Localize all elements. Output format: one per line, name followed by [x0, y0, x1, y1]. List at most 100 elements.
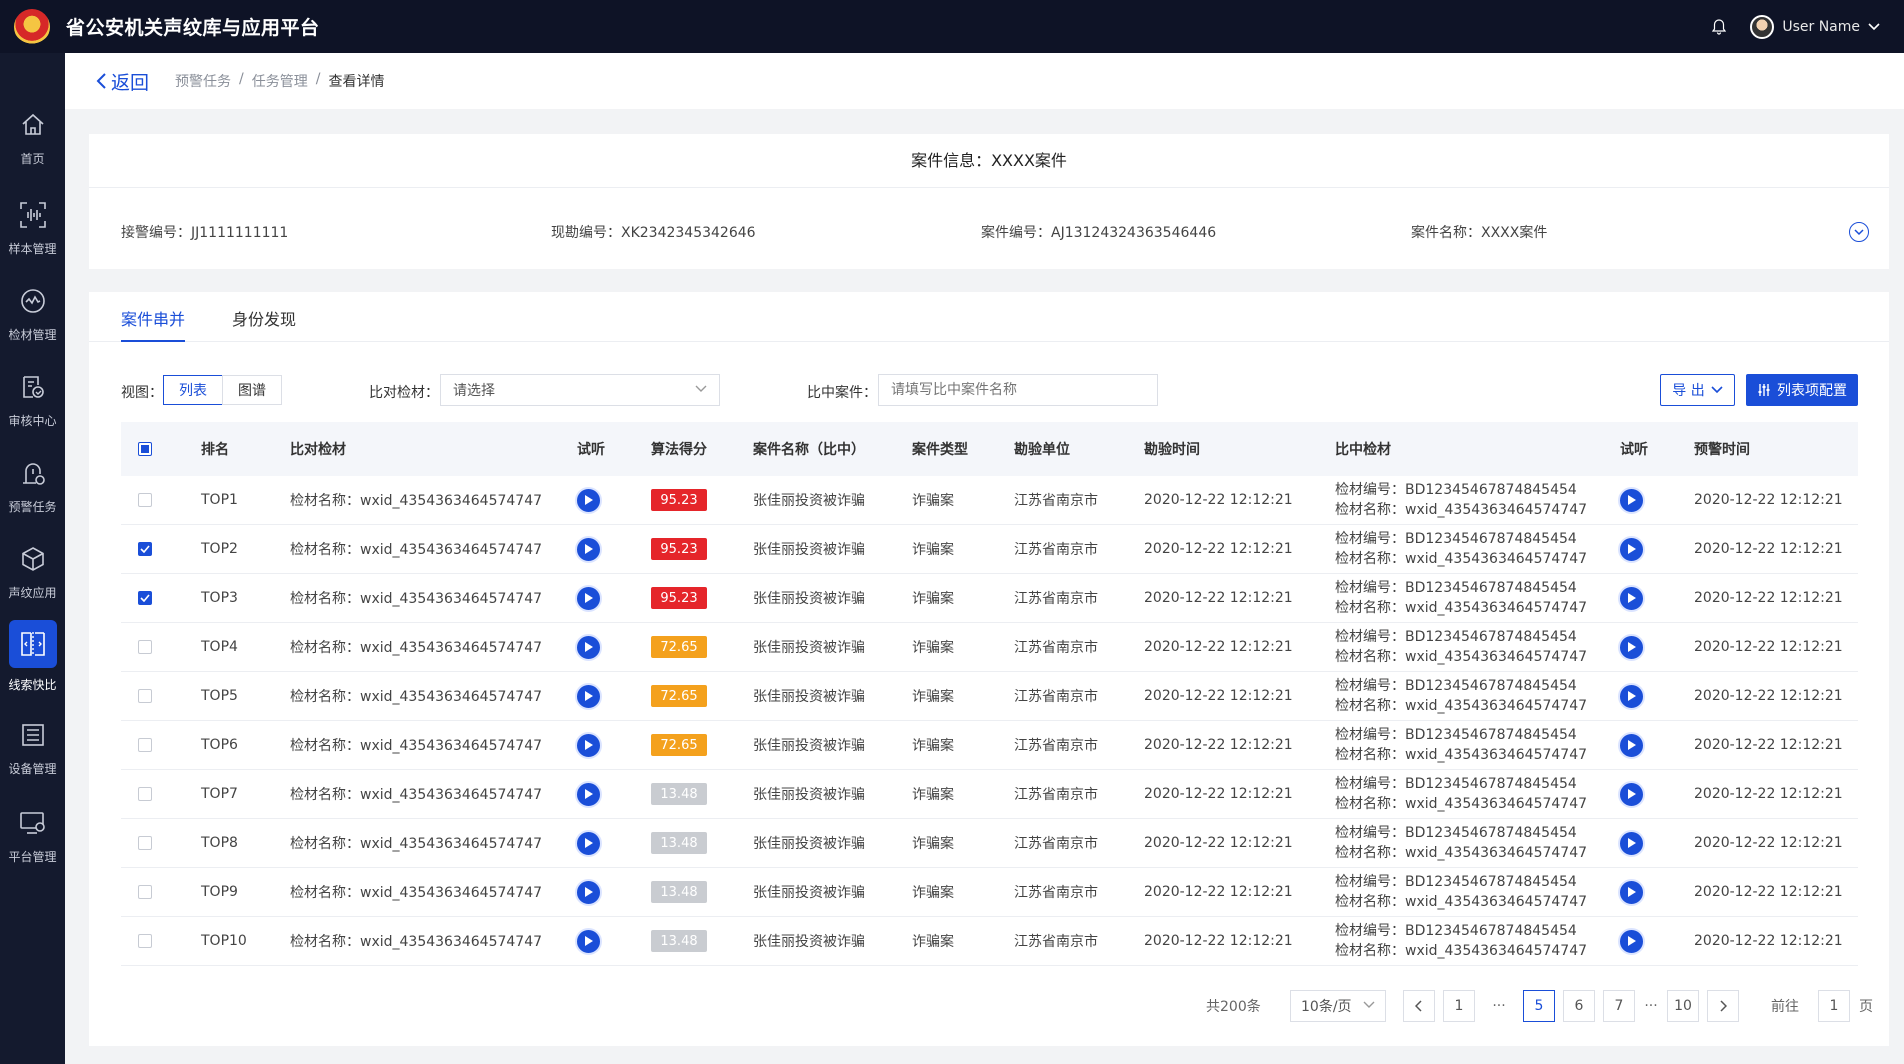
breadcrumb-item[interactable]: 任务管理 — [252, 71, 308, 91]
hit-material-name: 检材名称：wxid_4354363464574747 — [1335, 943, 1588, 959]
page-button[interactable]: 10 — [1667, 990, 1699, 1022]
play-icon[interactable] — [1618, 829, 1645, 857]
hit-material-cell: 检材编号：BD12345467874845454 检材名称：wxid_435436… — [1335, 672, 1587, 720]
sidebar-item-quick-compare[interactable]: 线索快比 — [0, 611, 65, 701]
sidebar-item-voice-apps[interactable]: 声纹应用 — [0, 531, 65, 611]
material-cell: 检材名称：wxid_4354363464574747 — [290, 934, 543, 950]
unit-cell: 江苏省南京市 — [1014, 542, 1098, 558]
play-icon[interactable] — [575, 486, 602, 514]
unit-cell: 江苏省南京市 — [1014, 640, 1098, 656]
page-ellipsis[interactable]: ··· — [1483, 990, 1515, 1022]
sidebar-item-devices[interactable]: 设备管理 — [0, 707, 65, 787]
row-checkbox[interactable] — [138, 738, 152, 752]
play-icon[interactable] — [575, 829, 602, 857]
prev-page-button[interactable] — [1403, 990, 1435, 1022]
play-icon[interactable] — [575, 535, 602, 563]
case-name-input[interactable] — [878, 374, 1158, 406]
row-checkbox[interactable] — [138, 836, 152, 850]
survey-time-cell: 2020-12-22 12:12:21 — [1144, 639, 1293, 655]
hit-material-name: 检材名称：wxid_4354363464574747 — [1335, 649, 1588, 665]
case-type-cell: 诈骗案 — [912, 689, 954, 705]
unit-cell: 江苏省南京市 — [1014, 885, 1098, 901]
hit-material-cell: 检材编号：BD12345467874845454 检材名称：wxid_435436… — [1335, 721, 1587, 769]
chevron-left-icon — [96, 73, 106, 89]
case-label: 比中案件： — [807, 385, 877, 401]
row-checkbox[interactable] — [138, 885, 152, 899]
hit-material-cell: 检材编号：BD12345467874845454 检材名称：wxid_435436… — [1335, 917, 1587, 965]
page-button[interactable]: 7 — [1603, 990, 1635, 1022]
play-icon[interactable] — [1618, 633, 1645, 661]
row-checkbox[interactable] — [138, 493, 152, 507]
play-icon[interactable] — [575, 731, 602, 759]
sidebar-item-materials[interactable]: 检材管理 — [0, 273, 65, 353]
play-icon[interactable] — [575, 927, 602, 955]
next-page-button[interactable] — [1707, 990, 1739, 1022]
alert-time-cell: 2020-12-22 12:12:21 — [1694, 688, 1843, 704]
case-type-cell: 诈骗案 — [912, 787, 954, 803]
page-ellipsis[interactable]: ··· — [1635, 990, 1667, 1022]
rank-cell: TOP2 — [201, 541, 238, 557]
score-badge: 95.23 — [651, 587, 707, 609]
row-checkbox[interactable] — [138, 640, 152, 654]
hit-material-number: 检材编号：BD12345467874845454 — [1335, 923, 1577, 939]
list-device-icon — [16, 718, 50, 752]
audit-doc-icon — [16, 370, 50, 404]
play-icon[interactable] — [1618, 584, 1645, 612]
row-checkbox[interactable] — [138, 542, 152, 556]
row-checkbox[interactable] — [138, 689, 152, 703]
view-list-button[interactable]: 列表 — [163, 375, 223, 405]
material-select-placeholder: 请选择 — [453, 383, 495, 399]
row-checkbox[interactable] — [138, 591, 152, 605]
score-badge: 95.23 — [651, 538, 707, 560]
case-name-cell: 张佳丽投资被诈骗 — [753, 591, 865, 607]
play-icon[interactable] — [1618, 486, 1645, 514]
play-icon[interactable] — [575, 878, 602, 906]
rank-cell: TOP5 — [201, 688, 238, 704]
sidebar-item-audit[interactable]: 审核中心 — [0, 359, 65, 439]
select-all-checkbox[interactable] — [138, 442, 152, 456]
hit-material-name: 检材名称：wxid_4354363464574747 — [1335, 551, 1588, 567]
hit-material-cell: 检材编号：BD12345467874845454 检材名称：wxid_435436… — [1335, 819, 1587, 867]
page-button-current[interactable]: 5 — [1523, 990, 1555, 1022]
play-icon[interactable] — [1618, 535, 1645, 563]
goto-page-input[interactable]: 1 — [1818, 990, 1850, 1022]
export-button[interactable]: 导 出 — [1660, 374, 1735, 406]
breadcrumb-item[interactable]: 预警任务 — [175, 71, 231, 91]
expand-toggle-icon[interactable] — [1849, 222, 1869, 242]
user-menu[interactable]: User Name — [1750, 14, 1880, 39]
bell-icon[interactable] — [1710, 18, 1728, 36]
column-config-button[interactable]: 列表项配置 — [1746, 374, 1858, 406]
survey-time-cell: 2020-12-22 12:12:21 — [1144, 835, 1293, 851]
page-button[interactable]: 1 — [1443, 990, 1475, 1022]
view-graph-button[interactable]: 图谱 — [222, 375, 282, 405]
tab-case-linking[interactable]: 案件串并 — [121, 306, 186, 342]
play-icon[interactable] — [1618, 682, 1645, 710]
score-badge: 13.48 — [651, 832, 707, 854]
sidebar-item-samples[interactable]: 样本管理 — [0, 187, 65, 267]
material-select[interactable]: 请选择 — [440, 374, 720, 406]
back-button[interactable]: 返回 — [95, 68, 149, 95]
case-name-cell: 张佳丽投资被诈骗 — [753, 934, 865, 950]
column-header: 算法得分 — [651, 442, 707, 458]
play-icon[interactable] — [1618, 731, 1645, 759]
case-type-cell: 诈骗案 — [912, 836, 954, 852]
page-button[interactable]: 6 — [1563, 990, 1595, 1022]
rank-cell: TOP7 — [201, 786, 238, 802]
sidebar-item-platform[interactable]: 平台管理 — [0, 795, 65, 875]
play-icon[interactable] — [575, 682, 602, 710]
sidebar-item-home[interactable]: 首页 — [0, 97, 65, 177]
play-icon[interactable] — [575, 633, 602, 661]
total-count: 共200条 — [1206, 999, 1261, 1015]
sidebar-item-alert-tasks[interactable]: 预警任务 — [0, 445, 65, 525]
play-icon[interactable] — [1618, 780, 1645, 808]
row-checkbox[interactable] — [138, 787, 152, 801]
unit-cell: 江苏省南京市 — [1014, 591, 1098, 607]
tab-identity-discovery[interactable]: 身份发现 — [232, 306, 296, 340]
play-icon[interactable] — [1618, 927, 1645, 955]
page-size-select[interactable]: 10条/页 — [1290, 990, 1386, 1022]
play-icon[interactable] — [575, 780, 602, 808]
play-icon[interactable] — [575, 584, 602, 612]
play-icon[interactable] — [1618, 878, 1645, 906]
hit-material-cell: 检材编号：BD12345467874845454 检材名称：wxid_435436… — [1335, 868, 1587, 916]
row-checkbox[interactable] — [138, 934, 152, 948]
